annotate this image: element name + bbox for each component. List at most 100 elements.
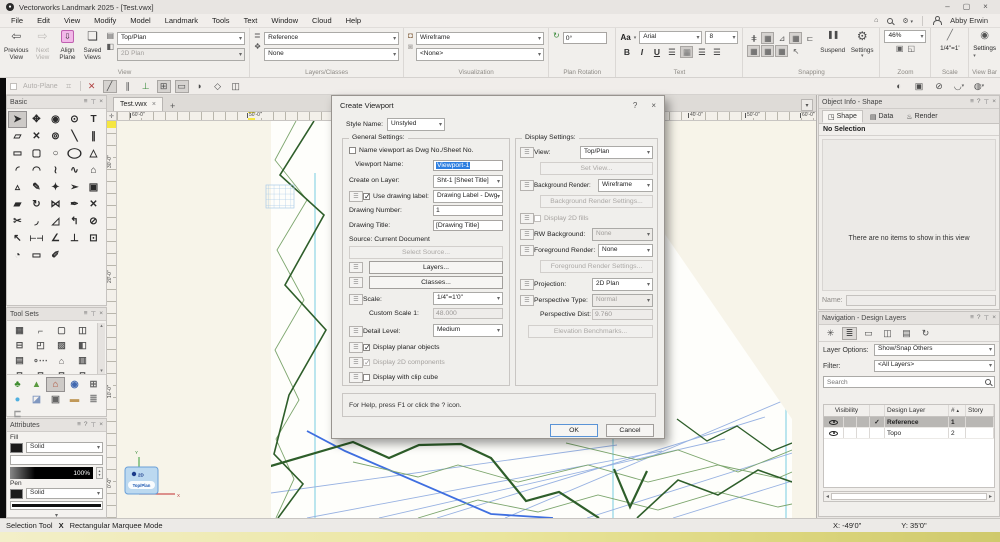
style-override-icon[interactable]: ☰ [349,277,363,288]
sheet-layers-mode-icon[interactable]: ▭ [861,327,876,340]
home-icon[interactable]: ⌂ [874,17,878,24]
pin-icon[interactable]: ⊤ [91,310,97,318]
ruler-origin-icon[interactable]: ✛ [107,112,117,121]
elevation-benchmarks-button[interactable]: Elevation Benchmarks... [528,325,653,338]
tab-render[interactable]: ♨Render [900,110,943,123]
opacity-stepper[interactable]: ▴▾ [96,467,103,479]
tab-data[interactable]: ▤Data [864,110,899,123]
style-override-icon[interactable]: ☰ [349,294,363,305]
style-override-icon[interactable]: ☰ [520,279,534,290]
organize-mode-icon[interactable]: ✳ [823,327,838,340]
style-override-icon[interactable]: ☰ [349,372,363,383]
path-tool[interactable]: ⌐ [30,323,51,338]
section-view-icon[interactable]: ◫ [229,80,243,93]
perspective-dist-field[interactable]: 9.760 [592,309,653,320]
menu-view[interactable]: View [57,16,87,25]
oval-tool[interactable]: ◯ [62,145,88,162]
navigation-header[interactable]: Navigation - Design Layers ≡ ? ⊤ × [819,312,999,325]
roof-tool[interactable]: ▨ [51,338,72,353]
slab-tool[interactable]: ◧ [72,338,93,353]
window-tool[interactable]: ◰ [30,338,51,353]
foreground-render-settings-button[interactable]: Foreground Render Settings... [540,260,653,273]
move-by-points-tool[interactable]: ↖ [8,230,27,247]
cancel-button[interactable]: Cancel [606,424,654,437]
joist-tool[interactable]: ⊓ [72,368,93,374]
text-style-icon[interactable]: Aa [620,33,630,42]
new-tab-icon[interactable]: + [170,101,175,111]
display-planar-checkbox[interactable] [363,344,370,351]
contrast-view-icon[interactable]: ◐ [892,80,906,93]
layer-options-dropdown[interactable]: Show/Snap Others [874,344,995,356]
perspective-type-dropdown[interactable]: Normal [592,294,653,307]
plane-mode-dropdown[interactable]: 2D Plan [117,48,245,61]
pen-color-swatch[interactable] [10,489,23,499]
menu-file[interactable]: File [4,16,30,25]
search-input[interactable] [827,379,985,386]
style-override-icon[interactable]: ☰ [520,295,534,306]
close-icon[interactable]: × [977,1,994,13]
style-override-icon[interactable]: ☰ [349,357,363,368]
close-icon[interactable]: × [99,310,103,318]
layer-row-reference[interactable]: ✓ Reference 1 [824,417,994,428]
view-bar-settings[interactable]: Settings ▾ [973,45,996,59]
pen-style-dropdown[interactable]: Solid [26,488,103,499]
plan-rotation-field[interactable]: 0° [563,32,607,44]
detail-level-dropdown[interactable]: Medium [433,324,503,337]
render-globe-icon[interactable]: ◍▾ [972,80,986,93]
layer-row-topo[interactable]: Topo 2 [824,428,994,439]
scroll-right-icon[interactable]: ▸ [989,493,992,500]
grid-tool[interactable]: ⊞ [84,377,103,392]
snap-to-object-icon[interactable]: ▦ [761,32,774,44]
fill-style-dropdown[interactable]: Solid [26,442,103,453]
zoom-tool[interactable]: ⊙ [65,111,84,128]
ok-button[interactable]: OK [550,424,598,437]
protractor-tool[interactable]: ◔ [8,247,27,264]
pen-line-style-bar[interactable] [10,501,103,510]
duplicate-array-tool[interactable]: ⊡ [84,230,103,247]
scale-value[interactable]: 1/4"=1' [940,45,959,52]
help-icon[interactable]: ? [977,98,981,106]
wall-tool[interactable]: ▢ [51,323,72,338]
help-icon[interactable]: ? [977,314,981,322]
close-icon[interactable]: × [99,98,103,106]
interactive-line-icon[interactable]: ╱ [103,80,117,93]
set-view-button[interactable]: Set View... [540,162,653,175]
pin-icon[interactable]: ⊤ [91,421,97,429]
flyover-tool[interactable]: ◉ [46,111,65,128]
clip-tool[interactable]: ▣ [84,179,103,196]
tab-shape[interactable]: ◳Shape [822,110,863,123]
display-2d-components-checkbox[interactable] [363,359,370,366]
style-override-icon[interactable]: ☰ [520,147,534,158]
menu-text[interactable]: Text [237,16,265,25]
freehand-tool[interactable]: ∿ [65,162,84,179]
project-tool[interactable]: ⊥ [65,230,84,247]
user-icon[interactable] [932,16,941,25]
tool-sets-palette-header[interactable]: Tool Sets ≡ ⊤ × [7,308,106,321]
fill-color-bar[interactable] [10,455,103,465]
stair-tool[interactable]: ▤ [9,353,30,368]
pen-tool[interactable]: ✎ [27,179,46,196]
lasso-mode-icon[interactable]: ◡▾ [952,80,966,93]
basic-palette-header[interactable]: Basic ≡ ⊤ × [7,96,106,109]
active-layer-dropdown[interactable]: Reference [264,32,399,45]
polygon-tool[interactable]: ⌂ [84,162,103,179]
arc-tool[interactable]: ◜ [8,162,27,179]
rotate-tool[interactable]: ↻ [27,196,46,213]
use-drawing-label-checkbox[interactable] [363,193,370,200]
chamfer-tool[interactable]: ◿ [46,213,65,230]
resize-tool[interactable]: ⊢⊣ [27,230,46,247]
account-name[interactable]: Abby Erwin [950,16,988,25]
background-render-dropdown[interactable]: Wireframe [598,179,653,192]
object-info-header[interactable]: Object Info - Shape ≡ ? ⊤ × [819,96,999,109]
select-source-button[interactable]: Select Source... [349,246,503,259]
pin-icon[interactable]: ⊤ [91,98,97,106]
palette-menu-icon[interactable]: ≡ [970,314,974,322]
render-mode-dropdown[interactable]: Wireframe [416,32,544,45]
glass-tool[interactable]: ◪ [27,392,46,407]
view-dropdown[interactable]: Top/Plan [117,32,245,45]
palette-menu-icon[interactable]: ≡ [970,98,974,106]
font-size-dropdown[interactable]: 8 [705,31,738,44]
menu-window[interactable]: Window [264,16,305,25]
gear-icon[interactable]: ⚙ ▾ [902,17,913,25]
viewport-stamp[interactable] [125,467,158,494]
